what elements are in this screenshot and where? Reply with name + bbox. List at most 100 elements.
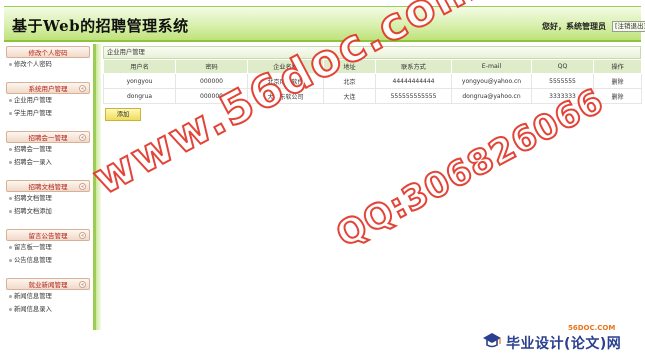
bullet-icon [9,209,12,213]
sidebar-item-messageboard[interactable]: 留言板一管理 [6,241,90,254]
sidebar-divider [96,44,101,330]
table-cell: dongrua@yahoo.cn [451,88,532,104]
table-row: dongrua 000000 大连东软公司 大连 555555555555 do… [103,88,642,104]
sidebar-item-docs-add[interactable]: 招聘文档添加 [6,205,90,218]
bullet-icon [9,160,12,164]
sidebar-section-password: 修改个人密码 修改个人密码 [6,46,90,71]
column-header: 密码 [175,59,248,74]
sidebar-item-label: 修改个人密码 [14,61,52,68]
column-header: 企业名称 [247,59,324,74]
section-title: 修改个人密码 [28,49,68,57]
table-cell: dongrua [103,88,176,104]
add-button[interactable]: 添加 [105,108,141,121]
section-title: 留言公告管理 [28,232,68,240]
sidebar-item-student-users[interactable]: 学生用户管理 [6,107,90,120]
logo-url: 56DOC.COM [568,324,616,332]
bullet-icon [9,111,12,115]
table-cell: 555555555555 [375,88,452,104]
table-cell: 44444444444 [375,73,452,89]
column-header: QQ [531,59,594,74]
greeting-text: 您好，系统管理员 [542,22,606,31]
bullet-icon [9,98,12,102]
sidebar-section-users: 系统用户管理 « 企业用户管理 学生用户管理 [6,82,90,120]
bullet-icon [9,147,12,151]
sidebar-section-header[interactable]: 就业新闻管理 « [6,278,90,290]
sidebar-item-label: 企业用户管理 [14,97,52,104]
logout-link[interactable]: [注销退出] [612,21,645,32]
column-header: 联系方式 [375,59,452,74]
bullet-icon [9,294,12,298]
sidebar-section-header[interactable]: 系统用户管理 « [6,82,90,94]
sidebar-item-label: 学生用户管理 [14,110,52,117]
table-cell: 大连东软公司 [247,88,324,104]
section-title: 招聘会一管理 [28,134,68,142]
footer-logo: 56DOC.COM 毕业设计(论文)网 [478,324,642,354]
main-content: 企业用户管理 用户名 密码 企业名称 地址 联系方式 E-mail QQ 操作 … [103,46,642,121]
table-cell: 5555555 [531,73,594,89]
sidebar-item-change-password[interactable]: 修改个人密码 [6,58,90,71]
sidebar-section-header[interactable]: 修改个人密码 [6,46,90,58]
bullet-icon [9,307,12,311]
table-cell: 北京 [323,73,376,89]
table-cell: yongyou [103,73,176,89]
sidebar-item-label: 招聘会一管理 [14,146,52,153]
sidebar-item-label: 招聘文档添加 [14,208,52,215]
sidebar-item-label: 公告信息管理 [14,257,52,264]
sidebar-item-news-manage[interactable]: 新闻信息管理 [6,290,90,303]
sidebar: 修改个人密码 修改个人密码 系统用户管理 « 企业用户管理 学生用户管理 招聘会一… [4,44,96,330]
sidebar-item-label: 招聘文档管理 [14,195,52,202]
table-row: yongyou 000000 北京用友软件 北京 44444444444 yon… [103,73,642,89]
collapse-icon[interactable]: « [79,281,86,288]
sidebar-section-header[interactable]: 招聘文档管理 « [6,180,90,192]
section-title: 招聘文档管理 [28,183,68,191]
bullet-icon [9,62,12,66]
column-header: 用户名 [103,59,176,74]
collapse-icon[interactable]: « [79,85,86,92]
app-title: 基于Web的招聘管理系统 [12,17,189,35]
table-cell: 北京用友软件 [247,73,324,89]
bullet-icon [9,258,12,262]
table-cell: 000000 [175,73,248,89]
watermark-qq: QQ:306826066 [329,80,611,256]
sidebar-section-messages: 留言公告管理 « 留言板一管理 公告信息管理 [6,229,90,267]
sidebar-item-jobfair-add[interactable]: 招聘会一录入 [6,156,90,169]
sidebar-item-news-add[interactable]: 新闻信息录入 [6,303,90,316]
section-title: 系统用户管理 [28,85,68,93]
sidebar-item-announcements[interactable]: 公告信息管理 [6,254,90,267]
sidebar-item-label: 留言板一管理 [14,244,52,251]
table-cell: 3333333 [531,88,594,104]
table-cell-action: 删除 [593,73,642,89]
table-header-row: 用户名 密码 企业名称 地址 联系方式 E-mail QQ 操作 [103,59,642,74]
column-header: 操作 [593,59,642,74]
sidebar-section-documents: 招聘文档管理 « 招聘文档管理 招聘文档添加 [6,180,90,218]
collapse-icon[interactable]: « [79,134,86,141]
column-header: 地址 [323,59,376,74]
sidebar-item-label: 新闻信息管理 [14,293,52,300]
table-cell: 大连 [323,88,376,104]
app-header: 基于Web的招聘管理系统 您好，系统管理员 [注销退出] [4,6,645,42]
table-cell: yongyou@yahoo.cn [451,73,532,89]
collapse-icon[interactable]: « [79,232,86,239]
bullet-icon [9,196,12,200]
sidebar-item-jobfair-manage[interactable]: 招聘会一管理 [6,143,90,156]
delete-link[interactable]: 删除 [611,94,623,101]
bullet-icon [9,245,12,249]
sidebar-section-jobfair: 招聘会一管理 « 招聘会一管理 招聘会一录入 [6,131,90,169]
delete-link[interactable]: 删除 [611,79,623,86]
sidebar-item-label: 招聘会一录入 [14,159,52,166]
table-cell-action: 删除 [593,88,642,104]
sidebar-section-header[interactable]: 招聘会一管理 « [6,131,90,143]
company-users-table: 用户名 密码 企业名称 地址 联系方式 E-mail QQ 操作 yongyou… [103,59,642,104]
logo-badge-icon [483,333,501,348]
sidebar-item-company-users[interactable]: 企业用户管理 [6,94,90,107]
sidebar-item-docs-manage[interactable]: 招聘文档管理 [6,192,90,205]
table-cell: 000000 [175,88,248,104]
section-title: 就业新闻管理 [28,281,68,289]
sidebar-section-news: 就业新闻管理 « 新闻信息管理 新闻信息录入 [6,278,90,316]
sidebar-section-header[interactable]: 留言公告管理 « [6,229,90,241]
column-header: E-mail [451,59,532,74]
collapse-icon[interactable]: « [79,183,86,190]
logo-text: 毕业设计(论文)网 [506,336,622,352]
panel-title: 企业用户管理 [103,46,641,59]
sidebar-item-label: 新闻信息录入 [14,306,52,313]
